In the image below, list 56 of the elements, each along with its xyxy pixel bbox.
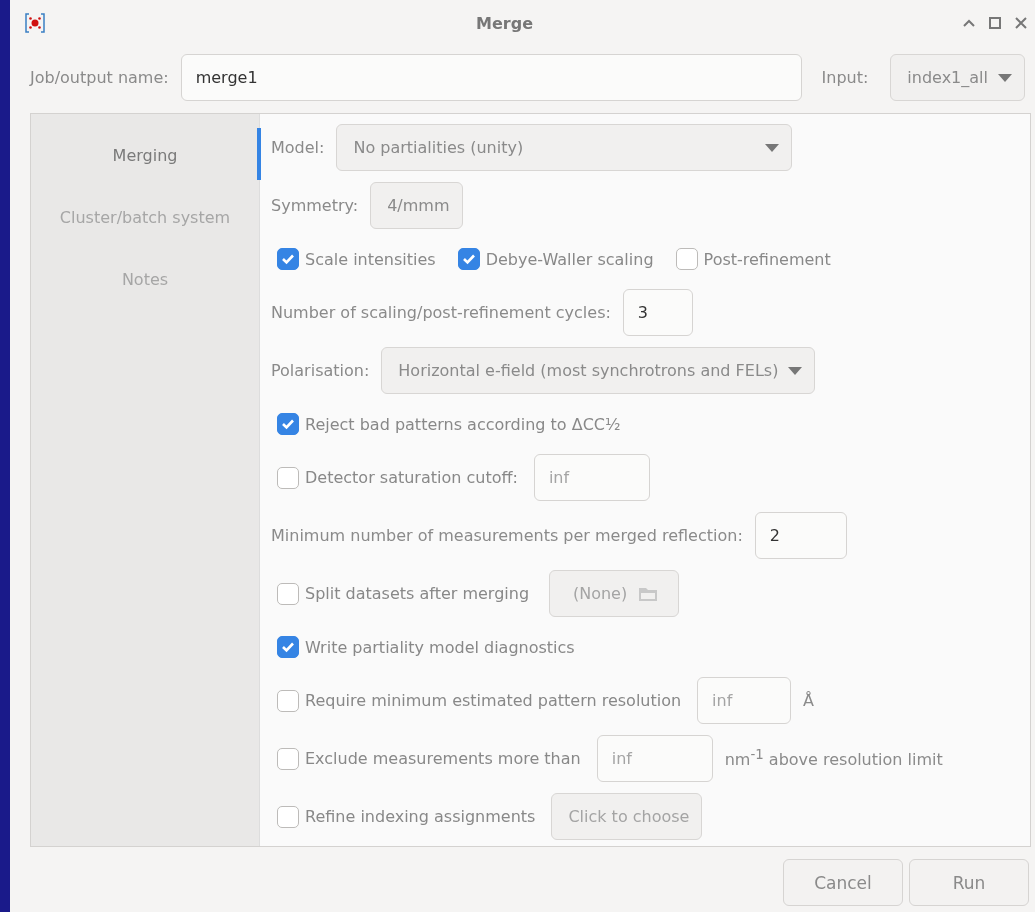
symmetry-button[interactable]: 4/mmm	[370, 182, 463, 229]
checkbox[interactable]	[277, 805, 299, 828]
field-label: Model:	[271, 138, 325, 157]
checkbox[interactable]	[675, 248, 698, 270]
checkbox[interactable]	[277, 582, 299, 605]
input-field[interactable]: inf	[596, 735, 713, 782]
cancel-button[interactable]: Cancel	[783, 859, 903, 906]
field-label: Input:	[821, 68, 869, 87]
input-field[interactable]: inf	[533, 454, 650, 501]
sidebar-item[interactable]: Cluster/batch system	[31, 186, 259, 248]
number-field[interactable]: 3	[622, 289, 693, 336]
number-field[interactable]: 2	[754, 512, 847, 559]
maximize-icon[interactable]	[989, 17, 1001, 29]
caret-icon	[998, 73, 1012, 82]
checkbox[interactable]	[457, 248, 480, 270]
checkbox-label: Reject bad patterns according to ΔCC½	[305, 414, 621, 434]
input-field[interactable]: inf	[697, 677, 792, 724]
unit-label: nm$^{-1}$ above resolution limit	[724, 747, 943, 770]
collapse-icon[interactable]	[963, 19, 975, 27]
checkmark-icon	[281, 641, 295, 653]
checkbox[interactable]	[277, 466, 299, 489]
sidebar-item[interactable]: Merging	[31, 124, 259, 186]
field-label: Minimum number of measurements per merged reflection:	[271, 526, 743, 545]
job-name-field[interactable]: merge1	[180, 54, 802, 101]
checkbox-label: Post-refinement	[703, 249, 831, 269]
checkbox-label: Debye-Waller scaling	[485, 249, 654, 269]
checkbox[interactable]	[277, 747, 299, 770]
checkmark-icon	[281, 253, 295, 265]
checkbox-label: Exclude measurements more than	[305, 749, 581, 768]
checkbox-label: Scale intensities	[305, 249, 436, 269]
checkbox[interactable]	[277, 636, 299, 658]
checkbox-label: Detector saturation cutoff:	[305, 468, 518, 487]
input-dropdown[interactable]: index1_all	[890, 54, 1025, 101]
unit-label: Å	[803, 691, 815, 710]
field-label: Symmetry:	[271, 196, 359, 215]
field-label: Number of scaling/post-refinement cycles:	[271, 303, 611, 322]
checkbox[interactable]	[277, 413, 299, 435]
checkmark-icon	[281, 418, 295, 430]
checkmark-icon	[461, 253, 476, 265]
sidebar-item[interactable]: Notes	[31, 248, 259, 310]
field-label: Job/output name:	[30, 68, 169, 87]
caret-icon	[765, 143, 780, 152]
dropdown[interactable]: No partialities (unity)	[336, 124, 793, 171]
dropdown[interactable]: Horizontal e-field (most synchrotrons and FELs)	[381, 347, 816, 394]
checkbox-label: Write partiality model diagnostics	[305, 637, 575, 657]
checkbox-label: Require minimum estimated pattern resolution	[305, 691, 682, 710]
field-label: Polarisation:	[271, 361, 370, 380]
checkbox[interactable]	[277, 248, 299, 270]
close-icon[interactable]	[1015, 17, 1027, 29]
run-button[interactable]: Run	[909, 859, 1029, 906]
window-title: Merge	[475, 13, 534, 33]
caret-icon	[788, 366, 803, 375]
checkbox-label: Refine indexing assignments	[305, 807, 536, 826]
app-logo-icon	[24, 12, 46, 34]
checkbox[interactable]	[277, 689, 299, 712]
checkbox-label: Split datasets after merging	[305, 584, 530, 603]
